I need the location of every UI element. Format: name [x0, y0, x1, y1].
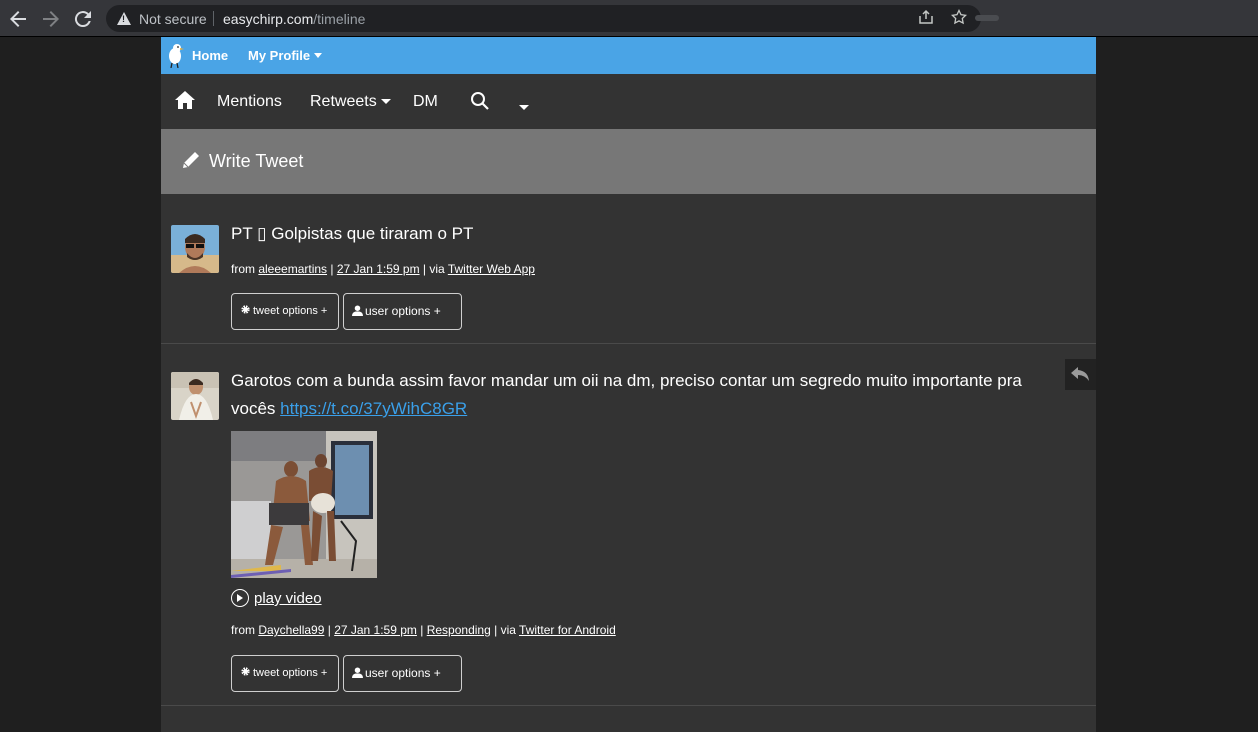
gear-icon	[241, 667, 250, 676]
reply-arrow-icon	[1071, 367, 1089, 381]
tweet-item: PT ▯ Golpistas que tiraram o PT from ale…	[161, 194, 1096, 344]
tweet-url-link[interactable]: https://t.co/37yWihC8GR	[280, 399, 467, 418]
meta-from: from	[231, 623, 259, 637]
client-link[interactable]: Twitter Web App	[448, 262, 535, 276]
tweet-options-button[interactable]: tweet options +	[231, 293, 339, 330]
url-path: /timeline	[313, 11, 366, 27]
share-icon[interactable]	[917, 9, 935, 27]
user-options-label: user options +	[365, 304, 441, 318]
mentions-link[interactable]: Mentions	[217, 93, 282, 111]
user-options-button[interactable]: user options +	[343, 293, 462, 330]
timestamp-link[interactable]: 27 Jan 1:59 pm	[337, 262, 420, 276]
tweet-text-line2: vocês	[231, 399, 281, 418]
search-icon[interactable]	[470, 91, 490, 111]
tweet-text: PT ▯ Golpistas que tiraram o PT	[231, 224, 474, 243]
retweets-menu[interactable]: Retweets	[310, 93, 391, 111]
main-navigation: Mentions Retweets DM	[161, 74, 1096, 129]
tweet-meta: from aleeemartins | 27 Jan 1:59 pm | via…	[231, 262, 535, 276]
play-circle-icon	[231, 589, 249, 607]
chevron-down-icon	[380, 99, 391, 104]
client-link[interactable]: Twitter for Android	[519, 623, 616, 637]
chevron-down-icon	[314, 53, 323, 58]
url-divider	[213, 11, 214, 26]
my-profile-menu[interactable]: My Profile	[248, 48, 323, 63]
bookmark-star-icon[interactable]	[950, 8, 968, 27]
url-text[interactable]: easychirp.com/timeline	[223, 11, 365, 27]
gear-icon	[241, 305, 250, 314]
back-arrow-icon[interactable]	[6, 7, 30, 31]
tweet-options-label: tweet options +	[253, 667, 328, 679]
play-video-label: play video	[254, 590, 322, 607]
video-thumbnail[interactable]	[231, 431, 377, 578]
meta-separator: |	[327, 262, 337, 276]
my-profile-label: My Profile	[248, 48, 311, 63]
meta-separator: |	[416, 623, 427, 637]
timestamp-link[interactable]: 27 Jan 1:59 pm	[334, 623, 417, 637]
browser-toolbar: Not secure easychirp.com/timeline	[0, 0, 1258, 37]
tweet-meta: from Daychella99 | 27 Jan 1:59 pm | Resp…	[231, 623, 616, 637]
tweet-options-label: tweet options +	[253, 305, 328, 317]
url-domain: easychirp.com	[223, 11, 314, 27]
easychirp-bird-logo-icon[interactable]	[167, 43, 185, 68]
user-options-label: user options +	[365, 666, 441, 680]
address-bar[interactable]: Not secure easychirp.com/timeline	[106, 5, 981, 32]
warning-icon	[117, 12, 131, 25]
write-tweet-label: Write Tweet	[209, 151, 304, 171]
tweet-text-line1: Garotos com a bunda assim favor mandar u…	[231, 371, 1022, 390]
write-tweet-bar[interactable]: Write Tweet	[161, 129, 1096, 194]
pencil-icon	[183, 152, 199, 168]
dm-link[interactable]: DM	[413, 93, 438, 111]
tweet-options-button[interactable]: tweet options +	[231, 655, 339, 692]
avatar[interactable]	[171, 372, 219, 420]
avatar[interactable]	[171, 225, 219, 273]
home-link[interactable]: Home	[192, 48, 228, 63]
retweets-label: Retweets	[310, 93, 377, 110]
tweet-text: Garotos com a bunda assim favor mandar u…	[231, 367, 1051, 423]
meta-via: | via	[490, 623, 520, 637]
meta-separator: |	[324, 623, 335, 637]
user-icon	[352, 667, 363, 678]
meta-via: | via	[419, 262, 448, 276]
extension-area[interactable]	[975, 15, 999, 21]
reload-icon[interactable]	[71, 7, 95, 31]
forward-arrow-icon[interactable]	[39, 7, 63, 31]
responding-link[interactable]: Responding	[427, 623, 491, 637]
user-icon	[352, 305, 363, 316]
top-bar: Home My Profile	[161, 37, 1096, 74]
easychirp-page: Home My Profile Mentions Retweets DM Wri…	[161, 37, 1096, 732]
meta-from: from	[231, 262, 259, 276]
play-video-link[interactable]: play video	[231, 589, 322, 607]
reply-button[interactable]	[1065, 359, 1096, 390]
user-options-button[interactable]: user options +	[343, 655, 462, 692]
security-label: Not secure	[139, 11, 207, 27]
home-icon[interactable]	[174, 90, 196, 110]
username-link[interactable]: aleeemartins	[258, 262, 327, 276]
more-menu-caret-icon[interactable]	[519, 105, 529, 110]
username-link[interactable]: Daychella99	[258, 623, 324, 637]
